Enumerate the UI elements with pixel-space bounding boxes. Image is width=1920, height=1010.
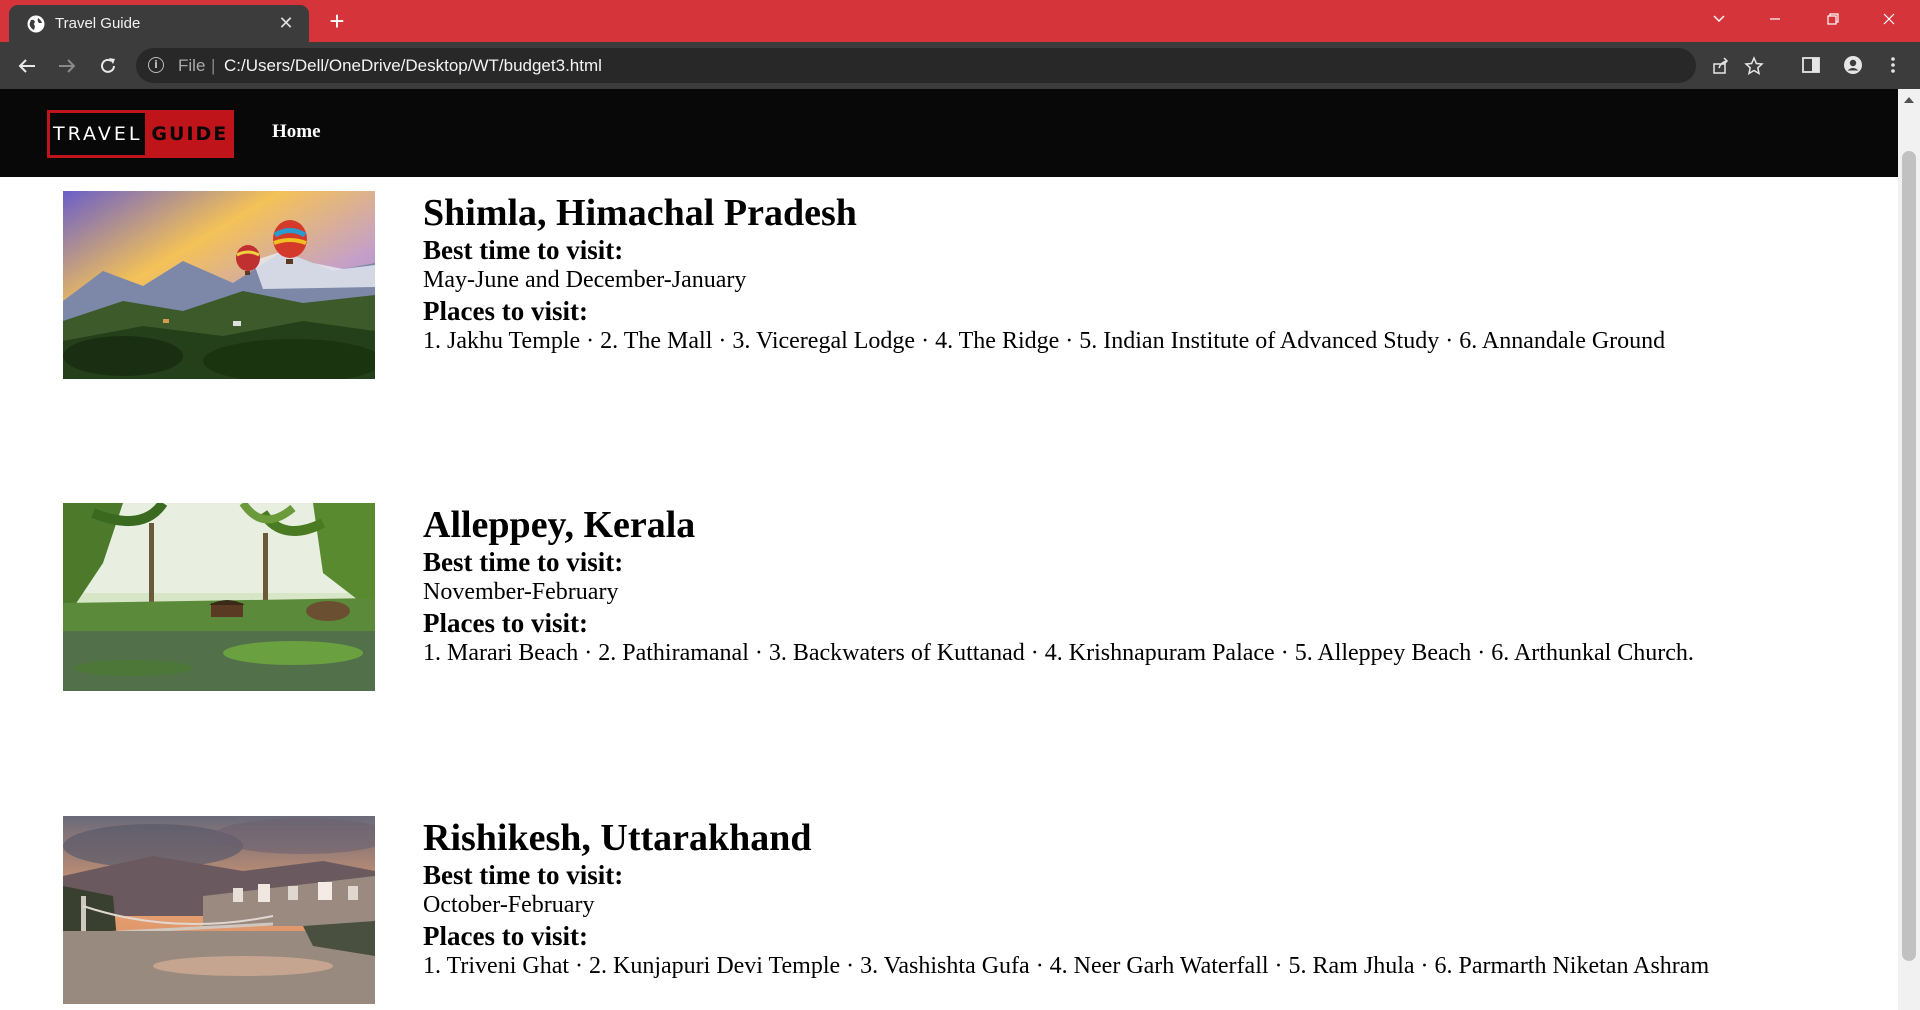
destination-title: Alleppey, Kerala [423, 504, 696, 546]
page-scrollbar[interactable] [1898, 89, 1920, 1010]
places-list: 1. Triveni Ghat · 2. Kunjapuri Devi Temp… [423, 953, 1710, 979]
destination-image-shimla [63, 191, 375, 379]
restore-icon[interactable] [1810, 4, 1856, 34]
places-heading: Places to visit: [423, 921, 588, 951]
destination-card: Shimla, Himachal Pradesh Best time to vi… [0, 191, 1898, 381]
best-time-text: October-February [423, 892, 595, 918]
forward-arrow-icon[interactable] [55, 54, 79, 78]
scrollbar-thumb[interactable] [1902, 151, 1916, 961]
places-heading: Places to visit: [423, 296, 588, 326]
destination-image-rishikesh [63, 816, 375, 1004]
best-time-heading: Best time to visit: [423, 860, 624, 890]
places-list: 1. Jakhu Temple · 2. The Mall · 3. Vicer… [423, 328, 1666, 354]
best-time-heading: Best time to visit: [423, 235, 624, 265]
minimize-icon[interactable] [1752, 4, 1798, 34]
side-panel-icon[interactable] [1801, 55, 1821, 75]
profile-icon[interactable] [1843, 55, 1863, 75]
globe-icon [27, 15, 45, 33]
places-list: 1. Marari Beach · 2. Pathiramanal · 3. B… [423, 640, 1694, 666]
nav-home-link[interactable]: Home [272, 121, 321, 143]
best-time-text: November-February [423, 579, 619, 605]
reload-icon[interactable] [96, 54, 120, 78]
new-tab-button[interactable]: + [325, 8, 349, 34]
share-icon[interactable] [1711, 56, 1731, 76]
logo-word-guide: GUIDE [145, 113, 231, 155]
destination-info: Shimla, Himachal Pradesh Best time to vi… [423, 191, 1665, 357]
logo-word-travel: TRAVEL [53, 123, 143, 145]
destination-title: Rishikesh, Uttarakhand [423, 817, 812, 859]
tab-close-icon[interactable]: ✕ [277, 14, 295, 32]
site-logo[interactable]: TRAVEL GUIDE [47, 110, 234, 158]
destination-info: Rishikesh, Uttarakhand Best time to visi… [423, 816, 1709, 982]
destination-image-alleppey [63, 503, 375, 691]
places-heading: Places to visit: [423, 608, 588, 638]
scroll-up-arrow-icon[interactable] [1904, 97, 1914, 103]
address-scheme: File [178, 56, 206, 75]
bookmark-star-icon[interactable] [1744, 56, 1764, 76]
close-window-icon[interactable] [1866, 4, 1912, 34]
menu-dots-icon[interactable] [1883, 55, 1903, 75]
destination-card: Rishikesh, Uttarakhand Best time to visi… [0, 816, 1898, 1006]
destination-info: Alleppey, Kerala Best time to visit: Nov… [423, 503, 1694, 669]
site-navbar: TRAVEL GUIDE Home [0, 89, 1898, 177]
best-time-text: May-June and December-January [423, 267, 747, 293]
best-time-heading: Best time to visit: [423, 547, 624, 577]
address-bar[interactable]: i File | C:/Users/Dell/OneDrive/Desktop/… [136, 48, 1764, 83]
browser-toolbar: i File | C:/Users/Dell/OneDrive/Desktop/… [0, 42, 1920, 89]
page-viewport: TRAVEL GUIDE Home Shimla, Himachal Prade… [0, 89, 1898, 1010]
site-info-icon[interactable]: i [148, 57, 164, 73]
destination-card: Alleppey, Kerala Best time to visit: Nov… [0, 503, 1898, 693]
destination-title: Shimla, Himachal Pradesh [423, 192, 857, 234]
address-url[interactable]: C:/Users/Dell/OneDrive/Desktop/WT/budget… [224, 56, 602, 76]
back-arrow-icon[interactable] [15, 54, 39, 78]
address-separator: | [211, 56, 216, 75]
tab-search-chevron-icon[interactable] [1696, 4, 1742, 34]
tab-title: Travel Guide [55, 15, 141, 32]
browser-tab[interactable]: Travel Guide ✕ [9, 5, 309, 42]
browser-tabstrip: Travel Guide ✕ + [0, 0, 1920, 42]
